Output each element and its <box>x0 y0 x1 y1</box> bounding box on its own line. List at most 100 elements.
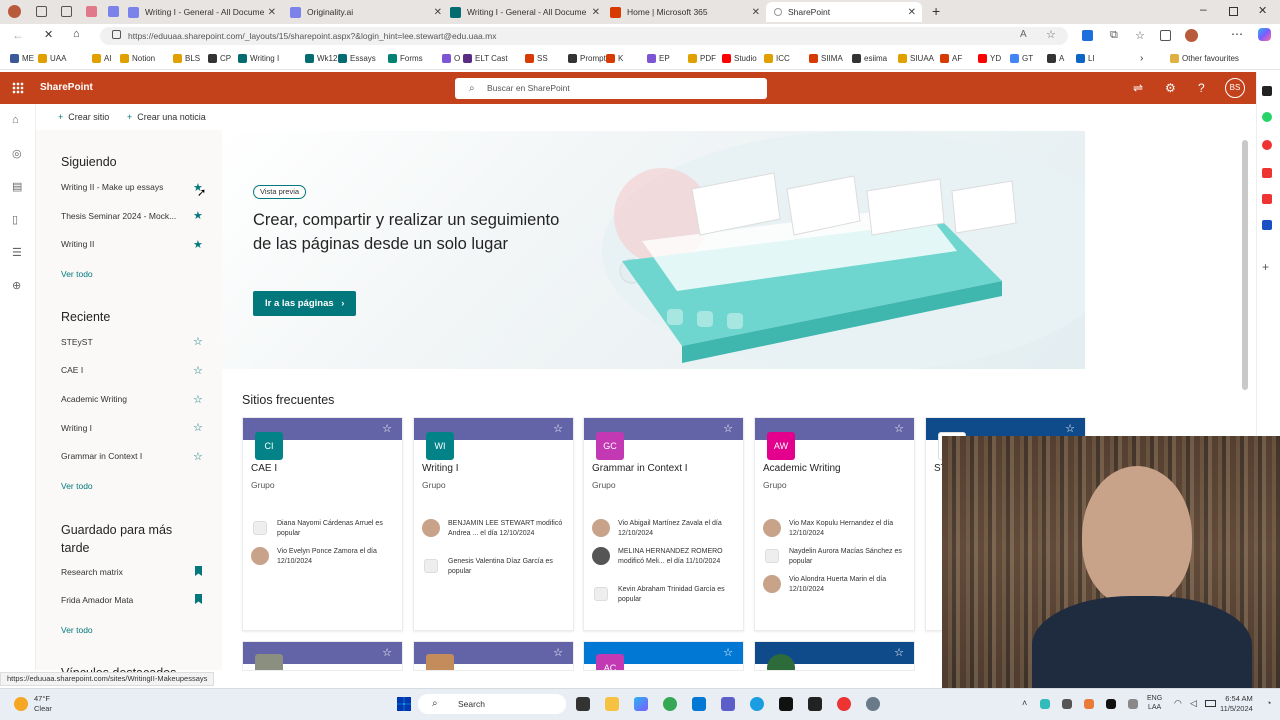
browser-tab[interactable]: Writing I - General - All Docume ✕ <box>450 2 600 22</box>
tray-app-icon[interactable] <box>1040 699 1050 709</box>
bookmark-item[interactable]: ICC <box>764 54 790 63</box>
star-outline-icon[interactable]: ☆ <box>193 421 203 434</box>
site-card[interactable]: AC ☆ <box>583 641 744 671</box>
bookmark-item[interactable]: ELT Cast <box>463 54 508 63</box>
recent-item[interactable]: CAE I <box>61 365 83 375</box>
weather-widget[interactable]: 47°F Clear <box>34 694 52 714</box>
browser-tab[interactable]: Originality.ai ✕ <box>290 2 442 22</box>
following-see-all-link[interactable]: Ver todo <box>61 269 93 279</box>
site-name[interactable]: Writing I <box>422 463 459 474</box>
site-name[interactable]: Grammar in Context I <box>592 463 688 474</box>
star-outline-icon[interactable]: ☆ <box>1065 422 1075 435</box>
go-to-pages-button[interactable]: Ir a las páginas › <box>253 291 357 316</box>
activity-item[interactable]: Vio Alondra Huerta Marin el día 12/10/20… <box>763 575 913 595</box>
close-window-icon[interactable]: ✕ <box>1258 4 1267 17</box>
favorites-icon[interactable]: ☆ <box>1135 29 1145 42</box>
close-tab-icon[interactable]: ✕ <box>752 7 760 18</box>
browser-tab[interactable]: Home | Microsoft 365 ✕ <box>610 2 760 22</box>
globe-nav-icon[interactable]: ◎ <box>12 147 22 160</box>
wifi-icon[interactable]: ◠ <box>1174 698 1182 709</box>
browser-profile-icon[interactable] <box>8 5 21 18</box>
sidebar-app-icon[interactable] <box>1262 168 1272 178</box>
taskbar-search[interactable]: ⌕ Search <box>418 694 566 714</box>
site-card[interactable]: CI ☆ CAE I Grupo Diana Nayomi Cárdenas A… <box>242 417 403 631</box>
battery-icon[interactable] <box>1205 700 1216 707</box>
bookmark-item[interactable]: UAA <box>38 54 66 63</box>
following-item[interactable]: Writing II <box>61 239 94 249</box>
outlook-icon[interactable] <box>692 697 706 711</box>
bookmark-item[interactable]: EP <box>647 54 670 63</box>
home-nav-icon[interactable]: ⌂ <box>12 114 19 126</box>
bookmark-item[interactable]: SIIMA <box>809 54 843 63</box>
chrome-icon[interactable] <box>663 697 677 711</box>
minimize-window-icon[interactable]: – <box>1200 2 1207 16</box>
star-outline-icon[interactable]: ☆ <box>193 450 203 463</box>
more-options-icon[interactable]: ⋯ <box>1231 27 1243 41</box>
activity-item[interactable]: Vio Max Kopulu Hernandez el día 12/10/20… <box>763 519 913 539</box>
sidebar-app-icon[interactable] <box>1262 220 1272 230</box>
bookmark-item[interactable]: A <box>1047 54 1064 63</box>
saved-item[interactable]: Frida Amador Mata <box>61 595 133 605</box>
sidebar-app-icon[interactable] <box>1262 112 1272 122</box>
read-aloud-icon[interactable]: A <box>1020 29 1027 40</box>
sidebar-app-icon[interactable] <box>1262 86 1272 96</box>
tray-app-icon[interactable] <box>1106 699 1116 709</box>
files-nav-icon[interactable]: ▯ <box>12 213 18 226</box>
bookmark-item[interactable]: BLS <box>173 54 200 63</box>
bookmark-item[interactable]: LI <box>1076 54 1095 63</box>
extension-icon[interactable] <box>1082 30 1093 41</box>
star-outline-icon[interactable]: ☆ <box>193 364 203 377</box>
star-outline-icon[interactable]: ☆ <box>193 393 203 406</box>
help-icon[interactable]: ? <box>1198 81 1205 95</box>
notifications-icon[interactable]: ◔ <box>1266 698 1271 708</box>
star-filled-icon[interactable]: ★ <box>193 238 203 251</box>
site-info-icon[interactable] <box>112 30 121 39</box>
bookmark-item[interactable]: SS <box>525 54 548 63</box>
star-outline-icon[interactable]: ☆ <box>382 646 392 659</box>
following-item[interactable]: Thesis Seminar 2024 - Mock... <box>61 211 176 221</box>
saved-see-all-link[interactable]: Ver todo <box>61 625 93 635</box>
site-card[interactable]: AW ☆ Academic Writing Grupo Vio Max Kopu… <box>754 417 915 631</box>
site-card[interactable]: WI ☆ Writing I Grupo BENJAMIN LEE STEWAR… <box>413 417 574 631</box>
site-card[interactable]: ☆ <box>242 641 403 671</box>
browser-tab[interactable]: Writing I - General - All Docume ✕ <box>128 2 276 22</box>
tray-app-icon[interactable] <box>1128 699 1138 709</box>
site-card[interactable]: ☆ <box>413 641 574 671</box>
home-icon[interactable]: ⌂ <box>73 28 80 40</box>
system-clock[interactable]: 6:54 AM 11/5/2024 <box>1220 694 1253 714</box>
tray-app-icon[interactable] <box>1084 699 1094 709</box>
recent-item[interactable]: Writing I <box>61 423 92 433</box>
pinned-tab-icon[interactable] <box>108 6 119 17</box>
star-outline-icon[interactable]: ☆ <box>894 646 904 659</box>
star-outline-icon[interactable]: ☆ <box>723 422 733 435</box>
activity-item[interactable]: BENJAMIN LEE STEWART modificó Andrea ...… <box>422 519 572 539</box>
file-explorer-icon[interactable] <box>605 697 619 711</box>
browser-tab-active[interactable]: SharePoint ✕ <box>766 2 922 22</box>
bookmark-item[interactable]: Wk12 <box>305 54 337 63</box>
bookmark-item[interactable]: AI <box>92 54 112 63</box>
following-item[interactable]: Writing II - Make up essays <box>61 182 163 192</box>
recent-item[interactable]: Academic Writing <box>61 394 127 404</box>
bookmark-item[interactable]: K <box>606 54 623 63</box>
windows-start-icon[interactable] <box>397 697 411 711</box>
bookmark-item[interactable]: ME <box>10 54 34 63</box>
page-scrollbar[interactable] <box>1242 140 1248 390</box>
bookmark-item[interactable]: AF <box>940 54 962 63</box>
activity-item[interactable]: Genesis Valentina Díaz García es popular <box>422 557 572 577</box>
bookmark-item[interactable]: PDF <box>688 54 716 63</box>
star-outline-icon[interactable]: ☆ <box>382 422 392 435</box>
restore-window-icon[interactable] <box>1229 7 1238 16</box>
activity-item[interactable]: Diana Nayomi Cárdenas Arruel es popular <box>251 519 401 539</box>
news-nav-icon[interactable]: ▤ <box>12 180 22 193</box>
activity-item[interactable]: Vio Abigail Martínez Zavala el día 12/10… <box>592 519 742 539</box>
close-tab-icon[interactable]: ✕ <box>592 7 600 18</box>
saved-item[interactable]: Research matrix <box>61 567 123 577</box>
volume-icon[interactable]: ◁ <box>1190 698 1197 709</box>
site-name[interactable]: CAE I <box>251 463 277 474</box>
activity-item[interactable]: MELINA HERNANDEZ ROMERO modificó Meli...… <box>592 547 742 567</box>
sidebar-app-icon[interactable] <box>1262 194 1272 204</box>
settings-app-icon[interactable] <box>866 697 880 711</box>
collections-icon[interactable] <box>1160 30 1171 41</box>
activity-item[interactable]: Kevin Abraham Trinidad García es popular <box>592 585 742 605</box>
copilot-icon[interactable] <box>1258 28 1271 41</box>
